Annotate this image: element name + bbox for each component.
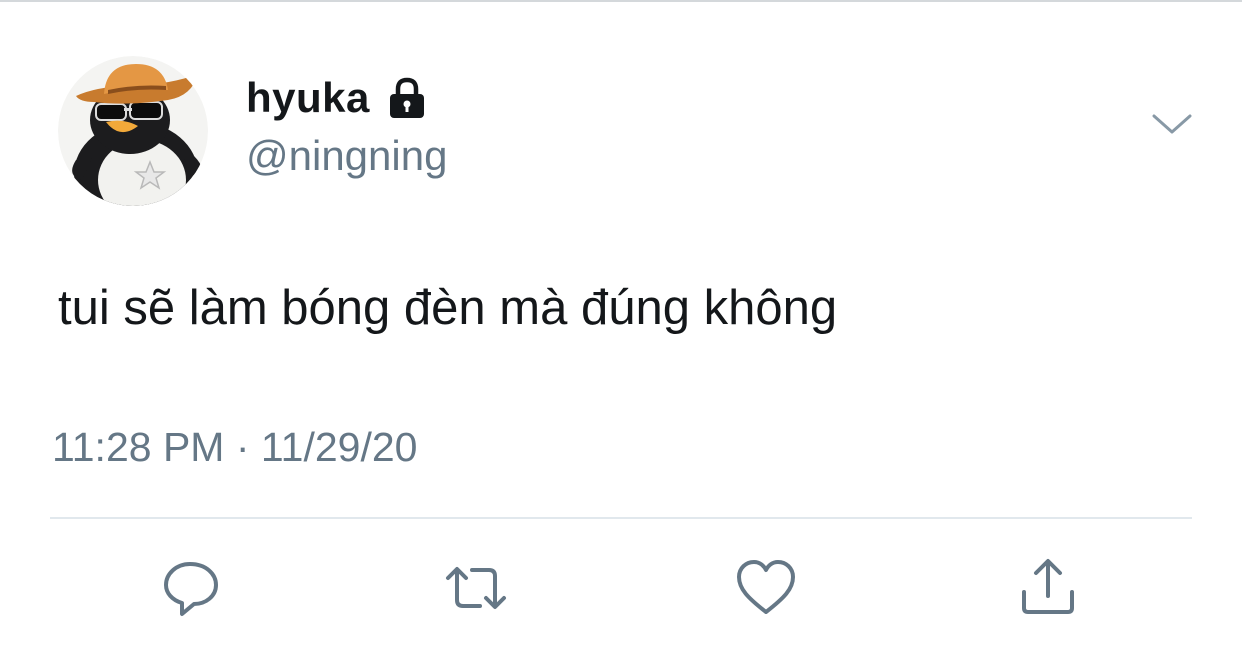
share-button[interactable] [1016,556,1080,620]
lock-icon [384,75,430,121]
heart-icon [737,560,795,614]
user-handle[interactable]: @ningning [246,132,447,180]
reply-icon [164,562,218,616]
like-button[interactable] [734,556,798,620]
share-icon [1022,559,1074,614]
display-name-row: hyuka [246,70,430,126]
divider [50,517,1192,519]
retweet-button[interactable] [444,556,508,620]
chevron-down-icon[interactable] [1150,108,1194,138]
top-border [0,0,1242,2]
retweet-icon [446,567,506,609]
avatar[interactable] [58,56,208,206]
penguin-cowboy-avatar [58,56,208,206]
reply-button[interactable] [160,556,224,620]
tweet-text: tui sẽ làm bóng đèn mà đúng không [58,281,838,335]
tweet-timestamp[interactable]: 11:28 PM · 11/29/20 [52,424,417,471]
display-name[interactable]: hyuka [246,74,370,122]
